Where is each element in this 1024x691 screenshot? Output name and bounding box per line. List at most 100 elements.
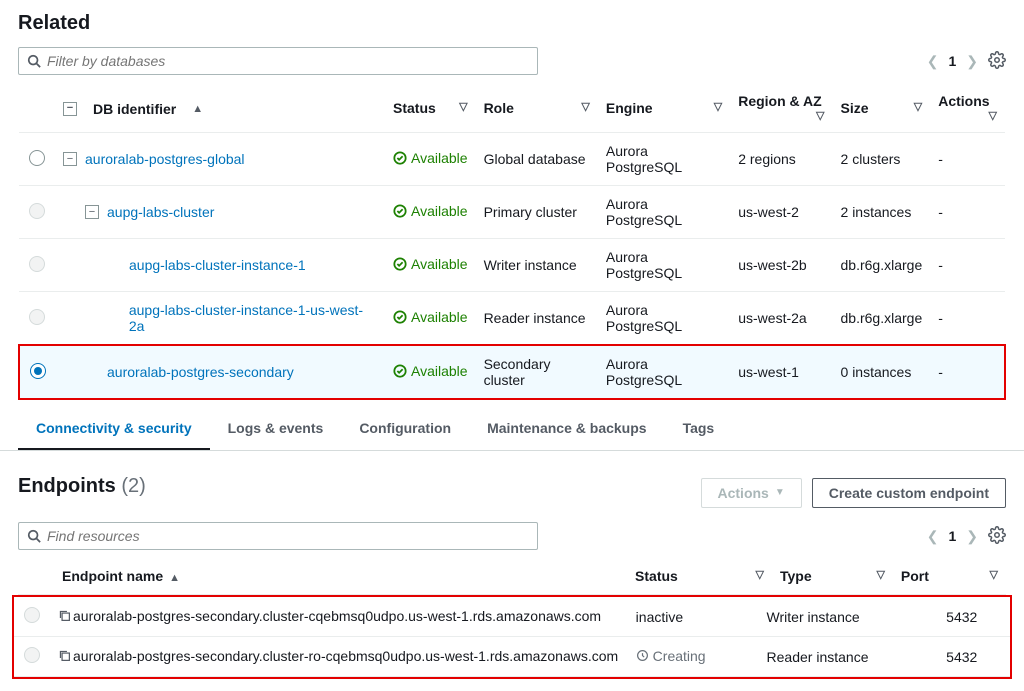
filter-databases-input[interactable]	[47, 53, 529, 69]
col-db-identifier[interactable]: DB identifier	[93, 101, 176, 117]
engine-cell: Aurora PostgreSQL	[598, 292, 730, 346]
status-badge: Available	[393, 309, 468, 325]
sort-asc-icon[interactable]: ▲	[192, 103, 203, 115]
filter-icon[interactable]: ▽	[914, 100, 922, 113]
status-badge: inactive	[636, 609, 683, 625]
table-row[interactable]: aupg-labs-cluster-instance-1-us-west-2a …	[19, 292, 1005, 346]
filter-icon[interactable]: ▽	[876, 568, 884, 581]
filter-icon[interactable]: ▽	[816, 109, 824, 122]
col-actions[interactable]: Actions	[938, 93, 989, 109]
actions-button[interactable]: Actions▼	[701, 478, 802, 508]
col-status[interactable]: Status	[393, 100, 436, 116]
filter-icon[interactable]: ▽	[714, 100, 722, 113]
col-role[interactable]: Role	[484, 100, 514, 116]
tab-connectivity-security[interactable]: Connectivity & security	[18, 408, 210, 450]
filter-icon[interactable]: ▽	[459, 100, 467, 113]
table-row[interactable]: −aupg-labs-cluster AvailablePrimary clus…	[19, 186, 1005, 239]
region-cell: 2 regions	[730, 133, 832, 186]
next-page-icon[interactable]: ❯	[966, 53, 978, 70]
col-region-az[interactable]: Region & AZ	[738, 93, 821, 109]
related-pager: ❮ 1 ❯	[927, 53, 978, 70]
col-endpoint-name[interactable]: Endpoint name	[62, 568, 163, 584]
actions-cell: -	[930, 345, 1005, 399]
engine-cell: Aurora PostgreSQL	[598, 345, 730, 399]
tab-maintenance-backups[interactable]: Maintenance & backups	[469, 408, 665, 450]
db-identifier-link[interactable]: auroralab-postgres-secondary	[107, 364, 294, 380]
region-cell: us-west-2a	[730, 292, 832, 346]
col-status[interactable]: Status	[635, 568, 678, 584]
copy-icon[interactable]	[58, 609, 71, 622]
actions-cell: -	[930, 239, 1005, 292]
region-cell: us-west-1	[730, 345, 832, 399]
actions-cell: -	[930, 292, 1005, 346]
status-badge: Available	[393, 256, 468, 272]
search-icon	[27, 529, 41, 543]
engine-cell: Aurora PostgreSQL	[598, 186, 730, 239]
engine-cell: Aurora PostgreSQL	[598, 133, 730, 186]
prev-page-icon[interactable]: ❮	[927, 53, 939, 70]
create-custom-endpoint-button[interactable]: Create custom endpoint	[812, 478, 1006, 508]
filter-icon[interactable]: ▽	[581, 100, 589, 113]
filter-icon[interactable]: ▽	[990, 568, 998, 581]
collapse-icon[interactable]: −	[85, 205, 99, 219]
row-radio	[29, 309, 45, 325]
table-row[interactable]: −auroralab-postgres-global Available Glob…	[19, 133, 1005, 186]
find-resources-field[interactable]	[18, 522, 538, 550]
gear-icon[interactable]	[988, 526, 1006, 547]
endpoints-count: (2)	[121, 475, 145, 497]
col-size[interactable]: Size	[841, 100, 869, 116]
page-number: 1	[948, 53, 956, 69]
prev-page-icon[interactable]: ❮	[927, 528, 939, 545]
caret-down-icon: ▼	[775, 487, 785, 498]
actions-cell: -	[930, 133, 1005, 186]
table-row[interactable]: auroralab-postgres-secondary.cluster-cqe…	[14, 597, 1010, 637]
tab-configuration[interactable]: Configuration	[341, 408, 469, 450]
gear-icon[interactable]	[988, 51, 1006, 72]
db-identifier-link[interactable]: aupg-labs-cluster-instance-1-us-west-2a	[129, 302, 377, 334]
col-type[interactable]: Type	[780, 568, 812, 584]
filter-databases-field[interactable]	[18, 47, 538, 75]
db-identifier-link[interactable]: auroralab-postgres-global	[85, 151, 245, 167]
table-row[interactable]: aupg-labs-cluster-instance-1 Available Wr…	[19, 239, 1005, 292]
role-cell: Writer instance	[476, 239, 598, 292]
col-engine[interactable]: Engine	[606, 100, 653, 116]
type-cell: Reader instance	[759, 637, 939, 677]
region-cell: us-west-2	[730, 186, 832, 239]
role-cell: Global database	[476, 133, 598, 186]
search-icon	[27, 54, 41, 68]
role-cell: Primary cluster	[476, 186, 598, 239]
filter-icon[interactable]: ▽	[756, 568, 764, 581]
port-cell: 5432	[938, 597, 1010, 637]
engine-cell: Aurora PostgreSQL	[598, 239, 730, 292]
next-page-icon[interactable]: ❯	[966, 528, 978, 545]
status-badge: Available	[393, 363, 468, 379]
size-cell: 0 instances	[833, 345, 931, 399]
filter-icon[interactable]: ▽	[989, 109, 997, 122]
col-port[interactable]: Port	[901, 568, 929, 584]
collapse-all-icon[interactable]: −	[63, 102, 77, 116]
status-badge: Available	[393, 150, 468, 166]
tab-tags[interactable]: Tags	[665, 408, 733, 450]
table-row[interactable]: auroralab-postgres-secondary.cluster-ro-…	[14, 637, 1010, 677]
db-identifier-link[interactable]: aupg-labs-cluster	[107, 204, 214, 220]
endpoints-table: Endpoint name ▲ Status ▽ Type ▽ Port ▽	[18, 558, 1006, 595]
db-identifier-link[interactable]: aupg-labs-cluster-instance-1	[129, 257, 306, 273]
collapse-icon[interactable]: −	[63, 152, 77, 166]
endpoint-name: auroralab-postgres-secondary.cluster-cqe…	[73, 608, 601, 624]
row-radio	[29, 256, 45, 272]
copy-icon[interactable]	[58, 649, 71, 662]
size-cell: 2 instances	[833, 186, 931, 239]
size-cell: db.r6g.xlarge	[833, 292, 931, 346]
sort-asc-icon[interactable]: ▲	[169, 572, 180, 584]
related-title: Related	[18, 12, 1006, 35]
role-cell: Secondary cluster	[476, 345, 598, 399]
endpoints-title: Endpoints (2)	[18, 475, 146, 498]
detail-tabs: Connectivity & securityLogs & eventsConf…	[0, 408, 1024, 451]
databases-table: − DB identifier ▲ Status▽ Role▽ Engine▽ …	[18, 83, 1006, 400]
row-radio[interactable]	[30, 363, 46, 379]
find-resources-input[interactable]	[47, 528, 529, 544]
endpoints-pager: ❮ 1 ❯	[927, 528, 978, 545]
tab-logs-events[interactable]: Logs & events	[210, 408, 342, 450]
row-radio[interactable]	[29, 150, 45, 166]
table-row[interactable]: auroralab-postgres-secondary Available Se…	[19, 345, 1005, 399]
